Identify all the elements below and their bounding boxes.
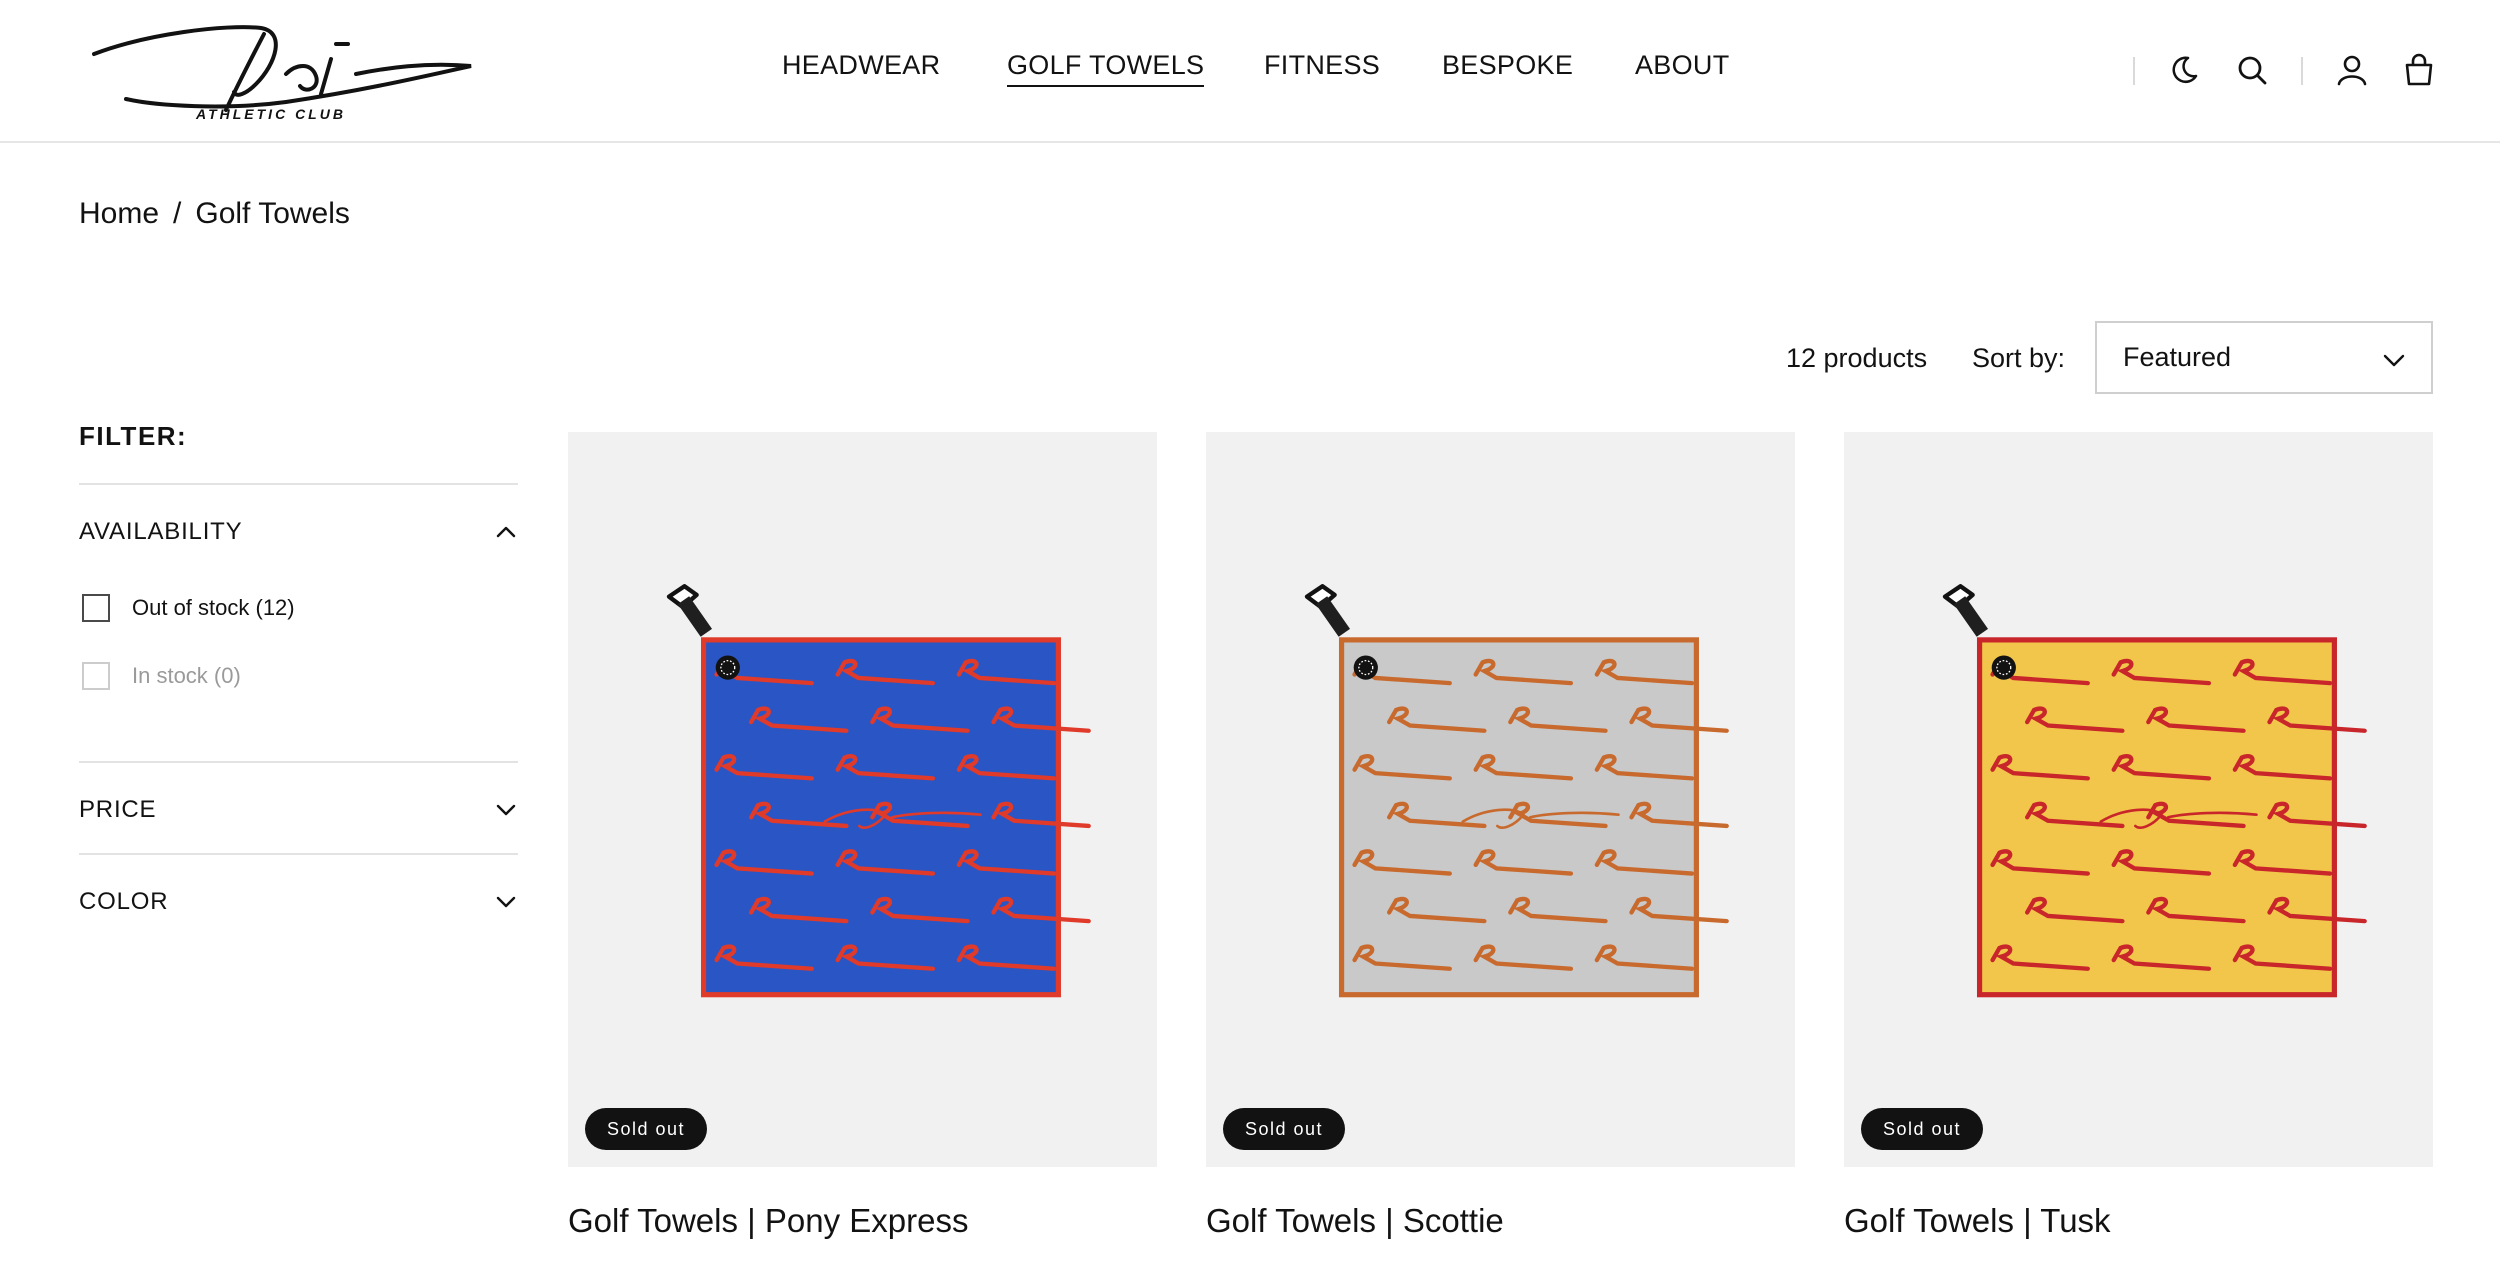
- breadcrumb-separator: /: [173, 197, 182, 230]
- filter-group-label: PRICE: [79, 796, 157, 823]
- grommet: [715, 655, 740, 680]
- golf-towel-image: [1304, 584, 1729, 998]
- product-card[interactable]: Sold out Golf Towels | Scottie: [1206, 432, 1795, 1239]
- grommet: [1353, 655, 1378, 680]
- sort-select-value: Featured: [2123, 342, 2232, 372]
- sort-select[interactable]: Featured: [2095, 321, 2433, 394]
- nav-item-headwear[interactable]: HEADWEAR: [782, 50, 940, 81]
- clip-strap: [1315, 596, 1351, 637]
- sold-out-badge: Sold out: [585, 1108, 707, 1150]
- moon-icon[interactable]: [2166, 52, 2202, 88]
- filter-title: FILTER:: [79, 421, 188, 451]
- header-divider: [2133, 57, 2135, 85]
- breadcrumb-home[interactable]: Home: [79, 197, 159, 231]
- clip-strap: [1953, 596, 1989, 637]
- filter-group-color[interactable]: COLOR: [79, 882, 518, 922]
- account-icon[interactable]: [2334, 52, 2370, 88]
- product-image[interactable]: Sold out: [568, 432, 1157, 1167]
- sort-label: Sort by:: [1972, 343, 2066, 373]
- golf-towel-image: [1942, 584, 2367, 998]
- clip-strap: [677, 596, 713, 637]
- breadcrumb-current: Golf Towels: [195, 197, 350, 230]
- filter-option-label: In stock (0): [132, 663, 241, 688]
- product-title[interactable]: Golf Towels | Scottie: [1206, 1202, 1504, 1240]
- filter-option-out-of-stock[interactable]: Out of stock (12): [82, 592, 295, 624]
- filter-group-label: AVAILABILITY: [79, 518, 243, 545]
- chevron-up-icon: [496, 526, 516, 538]
- breadcrumb: Home / Golf Towels: [79, 197, 350, 231]
- nav-item-golf-towels[interactable]: GOLF TOWELS: [1007, 50, 1205, 87]
- filter-option-label: Out of stock (12): [132, 595, 295, 620]
- product-count: 12 products: [1786, 343, 1928, 373]
- nav-item-about[interactable]: ABOUT: [1635, 50, 1730, 81]
- cart-icon[interactable]: [2401, 52, 2437, 88]
- sold-out-badge: Sold out: [1861, 1108, 1983, 1150]
- chevron-down-icon: [496, 804, 516, 816]
- filter-divider: [79, 853, 518, 855]
- product-image[interactable]: Sold out: [1844, 432, 2433, 1167]
- checkbox[interactable]: [82, 594, 110, 622]
- product-card[interactable]: Sold out Golf Towels | Pony Express: [568, 432, 1157, 1239]
- brand-tagline: ATHLETIC CLUB: [196, 106, 346, 122]
- filter-group-label: COLOR: [79, 888, 169, 915]
- filter-group-price[interactable]: PRICE: [79, 790, 518, 830]
- checkbox: [82, 662, 110, 690]
- chevron-down-icon: [2383, 354, 2405, 367]
- product-image[interactable]: Sold out: [1206, 432, 1795, 1167]
- chevron-down-icon: [496, 896, 516, 908]
- filter-divider: [79, 483, 518, 485]
- filter-option-in-stock: In stock (0): [82, 660, 241, 692]
- product-card[interactable]: Sold out Golf Towels | Tusk: [1844, 432, 2433, 1239]
- golf-towel-image: [666, 584, 1091, 998]
- grommet: [1991, 655, 2016, 680]
- nav-item-bespoke[interactable]: BESPOKE: [1442, 50, 1573, 81]
- filter-divider: [79, 761, 518, 763]
- product-title[interactable]: Golf Towels | Pony Express: [568, 1202, 968, 1240]
- main-nav: HEADWEAR GOLF TOWELS FITNESS BESPOKE ABO…: [0, 50, 2500, 90]
- product-title[interactable]: Golf Towels | Tusk: [1844, 1202, 2111, 1240]
- header-divider: [2301, 57, 2303, 85]
- sold-out-badge: Sold out: [1223, 1108, 1345, 1150]
- filter-group-availability[interactable]: AVAILABILITY: [79, 512, 518, 552]
- search-icon[interactable]: [2234, 52, 2270, 88]
- nav-item-fitness[interactable]: FITNESS: [1264, 50, 1380, 81]
- site-header: ATHLETIC CLUB HEADWEAR GOLF TOWELS FITNE…: [0, 0, 2500, 143]
